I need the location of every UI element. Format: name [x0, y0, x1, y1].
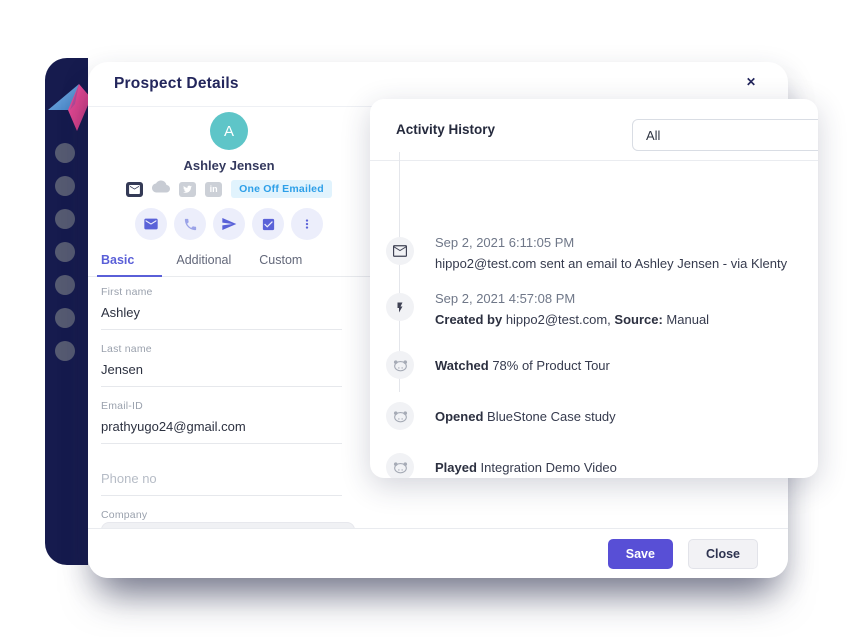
app-sidebar — [45, 58, 88, 565]
field-label: First name — [101, 286, 342, 298]
activity-text: Played Integration Demo Video — [435, 457, 617, 478]
lightning-icon — [386, 293, 414, 321]
klenty-logo-icon — [47, 82, 93, 132]
more-options-icon[interactable] — [291, 208, 323, 240]
activity-text: Opened BlueStone Case study — [435, 406, 616, 430]
activity-item: Sep 2, 2021 6:11:05 PM hippo2@test.com s… — [386, 237, 804, 274]
field-value[interactable]: Ashley — [101, 305, 342, 320]
activity-filter-value: All — [646, 128, 660, 143]
field-value[interactable]: Jensen — [101, 362, 342, 377]
field-label: Email-ID — [101, 400, 342, 412]
last-name-field[interactable]: Last name Jensen — [101, 343, 342, 387]
sidebar-nav-dot[interactable] — [55, 275, 75, 295]
call-button[interactable] — [174, 208, 206, 240]
tab-additional[interactable]: Additional — [162, 249, 245, 276]
activity-item: Played Integration Demo Video — [386, 453, 804, 478]
activity-filter-select[interactable]: All — [632, 119, 818, 151]
tab-custom[interactable]: Custom — [245, 249, 316, 276]
detail-tabs: Basic Additional Custom — [88, 249, 370, 277]
email-icon — [386, 237, 414, 265]
prospect-name: Ashley Jensen — [88, 158, 370, 173]
sidebar-nav-dot[interactable] — [55, 209, 75, 229]
prospect-actions — [88, 208, 370, 240]
prospect-form: First name Ashley Last name Jensen Email… — [88, 277, 370, 553]
first-name-field[interactable]: First name Ashley — [101, 286, 342, 330]
tasks-button[interactable] — [252, 208, 284, 240]
field-label: Company — [101, 509, 342, 521]
close-icon[interactable]: ✕ — [746, 76, 756, 88]
activity-text: Sep 2, 2021 6:11:05 PM hippo2@test.com s… — [435, 232, 787, 274]
field-value[interactable]: prathyugo24@gmail.com — [101, 419, 342, 434]
activity-item: Opened BlueStone Case study — [386, 402, 804, 430]
activity-item: Watched 78% of Product Tour — [386, 351, 804, 379]
social-row: in One Off Emailed — [88, 180, 370, 198]
page-title: Prospect Details — [114, 75, 239, 93]
field-placeholder[interactable]: Phone no — [101, 471, 342, 486]
activity-history-panel: Activity History All Sep 2, 2021 6:11:05… — [370, 99, 818, 478]
avatar: A — [210, 112, 248, 150]
prospect-summary-column: A Ashley Jensen in One Off Emailed — [88, 107, 370, 528]
status-badge: One Off Emailed — [231, 180, 332, 198]
sidebar-nav-dot[interactable] — [55, 143, 75, 163]
hippo-icon — [386, 453, 414, 478]
tab-basic[interactable]: Basic — [97, 249, 162, 277]
activity-title: Activity History — [396, 122, 495, 137]
field-label: Last name — [101, 343, 342, 355]
twitter-icon[interactable] — [179, 182, 196, 197]
sidebar-nav-dot[interactable] — [55, 341, 75, 361]
close-button[interactable]: Close — [688, 539, 758, 569]
save-button[interactable]: Save — [608, 539, 673, 569]
activity-time: Sep 2, 2021 4:57:08 PM — [435, 288, 709, 309]
activity-time: Sep 2, 2021 6:11:05 PM — [435, 232, 787, 253]
modal-footer: Save Close — [88, 528, 788, 578]
sidebar-nav-dot[interactable] — [55, 176, 75, 196]
sidebar-nav-dot[interactable] — [55, 308, 75, 328]
email-field[interactable]: Email-ID prathyugo24@gmail.com — [101, 400, 342, 444]
hippo-icon — [386, 402, 414, 430]
send-email-button[interactable] — [135, 208, 167, 240]
activity-item: Sep 2, 2021 4:57:08 PM Created by hippo2… — [386, 293, 804, 330]
activity-text: Sep 2, 2021 4:57:08 PM Created by hippo2… — [435, 288, 709, 330]
phone-field[interactable]: Phone no — [101, 471, 342, 496]
email-status-icon[interactable] — [126, 182, 143, 197]
sidebar-nav-dot[interactable] — [55, 242, 75, 262]
cloud-icon[interactable] — [152, 180, 170, 198]
linkedin-icon[interactable]: in — [205, 182, 222, 197]
activity-header: Activity History All — [370, 99, 818, 161]
page-background: Prospect Details ✕ A Ashley Jensen in On… — [0, 0, 854, 637]
hippo-icon — [386, 351, 414, 379]
send-sequence-button[interactable] — [213, 208, 245, 240]
activity-text: Watched 78% of Product Tour — [435, 355, 610, 379]
